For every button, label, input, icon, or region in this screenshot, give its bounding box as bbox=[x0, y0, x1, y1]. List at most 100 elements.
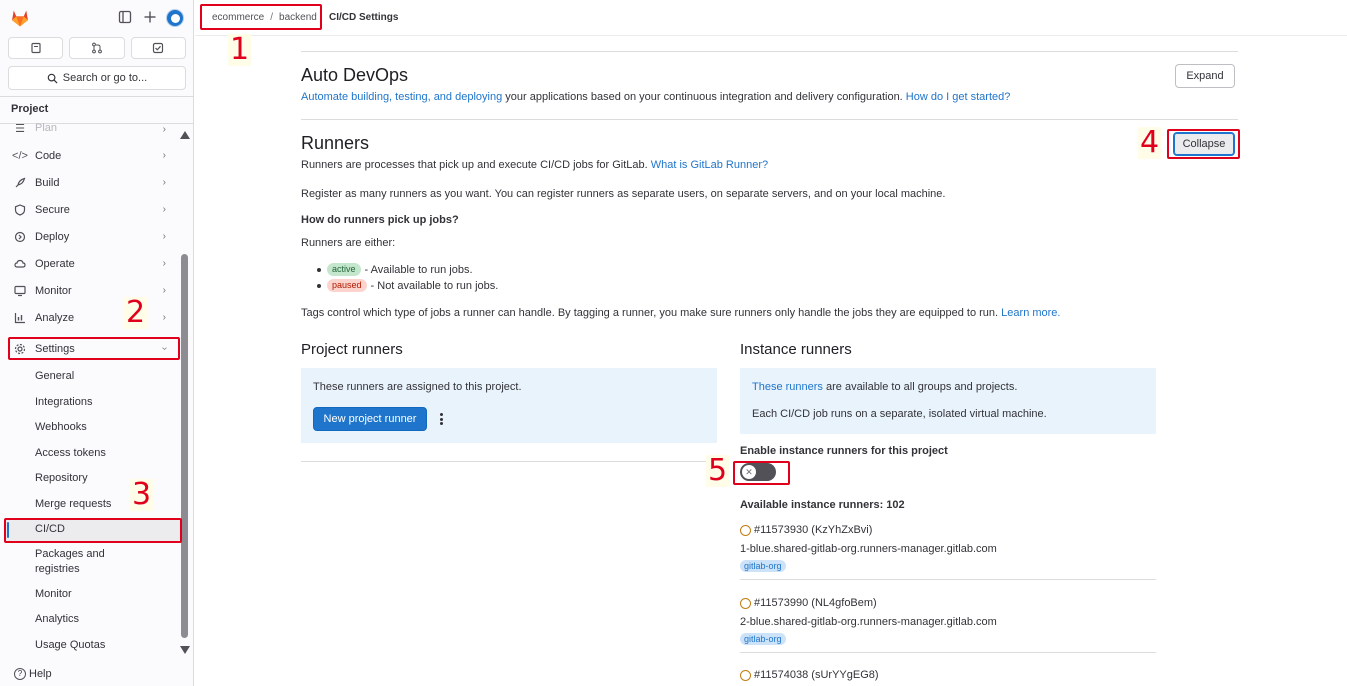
runners-either-text: Runners are either: bbox=[301, 237, 396, 249]
scroll-up-arrow[interactable] bbox=[180, 131, 190, 139]
paused-text: - Not available to run jobs. bbox=[370, 279, 499, 292]
issues-icon bbox=[31, 42, 41, 54]
top-bar: ecommerce / backend CI/CD Settings bbox=[195, 0, 1347, 36]
todo-icon bbox=[153, 42, 164, 54]
search-placeholder: Search or go to... bbox=[62, 72, 148, 84]
help-button[interactable]: ? Help bbox=[14, 668, 52, 680]
new-project-runner-button[interactable]: New project runner bbox=[313, 407, 427, 431]
annotation-number-2: 2 bbox=[124, 295, 148, 330]
sidebar-item-code[interactable]: </> Code › bbox=[8, 144, 180, 168]
annotation-box-5 bbox=[733, 461, 790, 485]
merge-request-icon bbox=[92, 42, 102, 54]
sidebar-item-label: Plan bbox=[35, 122, 58, 134]
more-actions-icon[interactable] bbox=[434, 411, 448, 427]
runner-status-icon bbox=[740, 524, 751, 536]
sidebar-item-deploy[interactable]: Deploy › bbox=[8, 225, 180, 249]
sidebar-section-title: Project bbox=[11, 103, 49, 115]
enable-instance-runners-label: Enable instance runners for this project bbox=[740, 445, 948, 457]
gitlab-logo[interactable] bbox=[10, 8, 30, 28]
cloud-icon bbox=[13, 257, 27, 271]
code-icon: </> bbox=[12, 150, 28, 162]
runner-item: #11574038 (sUrYYgEG8) bbox=[740, 669, 1156, 681]
monitor-icon bbox=[13, 284, 27, 298]
runners-description: Runners are processes that pick up and e… bbox=[301, 159, 768, 171]
annotation-number-4: 4 bbox=[1138, 125, 1162, 160]
auto-devops-help-link[interactable]: How do I get started? bbox=[906, 91, 1011, 103]
sidebar-subitem-webhooks[interactable]: Webhooks bbox=[35, 420, 87, 435]
annotation-box-4 bbox=[1167, 129, 1240, 159]
learn-more-link[interactable]: Learn more. bbox=[1001, 307, 1060, 319]
runner-tag: gitlab-org bbox=[740, 560, 786, 572]
sidebar-subitem-repository[interactable]: Repository bbox=[35, 471, 88, 486]
sidebar-item-label: Build bbox=[35, 177, 60, 189]
annotation-box-1 bbox=[200, 4, 322, 30]
sidebar-item-operate[interactable]: Operate › bbox=[8, 252, 180, 276]
search-input[interactable]: Search or go to... bbox=[8, 66, 186, 90]
instance-runners-info-box: These runners are available to all group… bbox=[740, 368, 1156, 434]
runner-id: #11574038 (sUrYYgEG8) bbox=[754, 669, 879, 681]
sidebar-subitem-access-tokens[interactable]: Access tokens bbox=[35, 446, 106, 461]
help-icon: ? bbox=[14, 668, 26, 680]
these-runners-link[interactable]: These runners bbox=[752, 381, 823, 393]
chevron-right-icon: › bbox=[162, 150, 166, 161]
sidebar-scrollbar[interactable] bbox=[181, 254, 188, 638]
deploy-icon bbox=[13, 230, 27, 244]
runner-item: #11573930 (KzYhZxBvi) 1-blue.shared-gitl… bbox=[740, 524, 1156, 580]
chart-icon bbox=[13, 311, 27, 325]
annotation-number-1: 1 bbox=[228, 32, 252, 67]
sidebar-toggle-icon[interactable] bbox=[117, 10, 133, 26]
sidebar-divider bbox=[0, 96, 194, 97]
paused-badge: paused bbox=[327, 279, 367, 292]
sidebar-item-build[interactable]: Build › bbox=[8, 171, 180, 195]
sidebar-item-label: Analyze bbox=[35, 312, 75, 324]
project-runners-title: Project runners bbox=[301, 341, 403, 358]
sidebar-item-analyze[interactable]: Analyze › bbox=[8, 306, 180, 330]
what-is-runner-link[interactable]: What is GitLab Runner? bbox=[651, 159, 768, 171]
annotation-box-2 bbox=[8, 337, 180, 360]
issues-button[interactable] bbox=[8, 37, 64, 59]
sidebar-item-plan[interactable]: ☰ Plan › bbox=[8, 118, 180, 138]
runner-id: #11573990 (NL4gfoBem) bbox=[754, 597, 877, 609]
sidebar-subitem-analytics[interactable]: Analytics bbox=[35, 612, 79, 627]
create-new-icon[interactable] bbox=[142, 10, 158, 26]
sidebar-subitem-general[interactable]: General bbox=[35, 369, 74, 384]
active-text: - Available to run jobs. bbox=[364, 263, 473, 276]
merge-requests-button[interactable] bbox=[69, 37, 125, 59]
plan-icon: ☰ bbox=[15, 122, 25, 135]
tags-text: Tags control which type of jobs a runner… bbox=[301, 307, 1002, 319]
instance-runners-title: Instance runners bbox=[740, 341, 852, 358]
annotation-number-3: 3 bbox=[130, 477, 154, 512]
sidebar-subitem-monitor[interactable]: Monitor bbox=[35, 587, 72, 602]
sidebar-item-label: Code bbox=[35, 150, 62, 162]
chevron-right-icon: › bbox=[162, 204, 166, 215]
sidebar-subitem-packages-registries[interactable]: Packages and registries bbox=[35, 547, 105, 577]
sidebar-subitem-integrations[interactable]: Integrations bbox=[35, 395, 92, 410]
auto-devops-expand-button[interactable]: Expand bbox=[1175, 64, 1235, 88]
runners-title: Runners bbox=[301, 133, 370, 153]
user-avatar[interactable] bbox=[166, 9, 184, 27]
sidebar-item-label: Secure bbox=[35, 204, 70, 216]
breadcrumb-current: CI/CD Settings bbox=[329, 12, 399, 23]
chevron-right-icon: › bbox=[162, 285, 166, 296]
sidebar-item-secure[interactable]: Secure › bbox=[8, 198, 180, 222]
sidebar-item-label: Deploy bbox=[35, 231, 70, 243]
sidebar-item-monitor[interactable]: Monitor › bbox=[8, 279, 180, 303]
active-badge: active bbox=[327, 263, 361, 276]
project-runners-info: These runners are assigned to this proje… bbox=[313, 381, 522, 393]
project-runners-info-box: These runners are assigned to this proje… bbox=[301, 368, 717, 443]
shield-icon bbox=[13, 203, 27, 217]
runners-desc-text: Runners are processes that pick up and e… bbox=[301, 159, 651, 171]
scroll-down-arrow[interactable] bbox=[180, 646, 190, 654]
todos-button[interactable] bbox=[130, 37, 186, 59]
auto-devops-link[interactable]: Automate building, testing, and deployin… bbox=[301, 91, 502, 103]
chevron-right-icon: › bbox=[162, 124, 166, 135]
chevron-right-icon: › bbox=[162, 312, 166, 323]
chevron-right-icon: › bbox=[162, 231, 166, 242]
runners-register-text: Register as many runners as you want. Yo… bbox=[301, 188, 946, 200]
search-icon bbox=[47, 73, 58, 84]
rocket-icon bbox=[13, 176, 27, 190]
help-label: Help bbox=[29, 668, 52, 680]
active-bullet: active - Available to run jobs. bbox=[317, 263, 473, 276]
sidebar-subitem-usage-quotas[interactable]: Usage Quotas bbox=[35, 638, 105, 653]
sidebar-subitem-merge-requests[interactable]: Merge requests bbox=[35, 497, 111, 512]
